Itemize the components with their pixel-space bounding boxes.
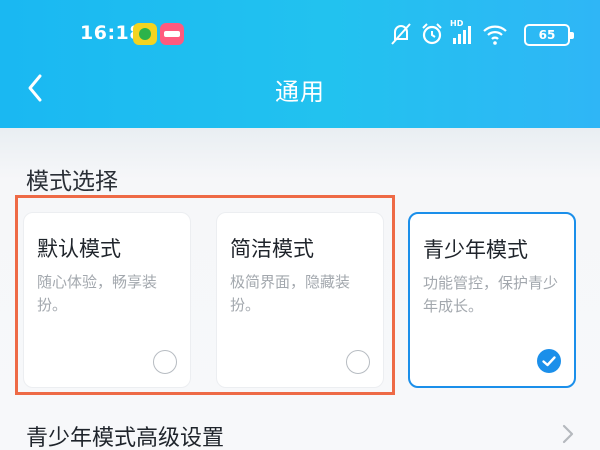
notification-app-icon-2 — [160, 23, 184, 45]
settings-row-label: 青少年模式高级设置 — [26, 426, 225, 450]
mute-icon — [391, 23, 411, 45]
mode-card-default[interactable]: 默认模式 随心体验，畅享装扮。 — [23, 212, 191, 388]
card-title: 默认模式 — [37, 237, 121, 261]
card-description: 极简界面，隐藏装扮。 — [230, 273, 351, 314]
radio-unchecked-icon[interactable] — [346, 350, 370, 374]
mode-card-simple[interactable]: 简洁模式 极简界面，隐藏装扮。 — [216, 212, 384, 388]
header: 16:18 HD 65 通用 — [0, 0, 600, 128]
notification-app-icon — [133, 23, 157, 45]
status-icons: HD 65 — [390, 19, 574, 48]
radio-checked-icon[interactable] — [537, 349, 561, 373]
teen-mode-advanced-settings-row[interactable]: 青少年模式高级设置 — [0, 408, 600, 450]
status-bar: 16:18 HD 65 — [0, 18, 600, 52]
chevron-right-icon — [562, 424, 574, 444]
signal-icon — [453, 26, 471, 44]
radio-unchecked-icon[interactable] — [153, 350, 177, 374]
alarm-icon — [422, 23, 442, 45]
mode-card-teen[interactable]: 青少年模式 功能管控，保护青少年成长。 — [408, 212, 576, 388]
card-description: 随心体验，畅享装扮。 — [37, 273, 158, 314]
wifi-icon — [483, 25, 507, 45]
card-title: 简洁模式 — [230, 237, 314, 261]
battery-icon: 65 — [524, 24, 574, 46]
card-title: 青少年模式 — [423, 238, 528, 262]
checkmark-icon — [542, 356, 556, 367]
page-title: 通用 — [275, 78, 325, 106]
card-description: 功能管控，保护青少年成长。 — [423, 274, 559, 315]
section-title-mode: 模式选择 — [26, 169, 118, 195]
